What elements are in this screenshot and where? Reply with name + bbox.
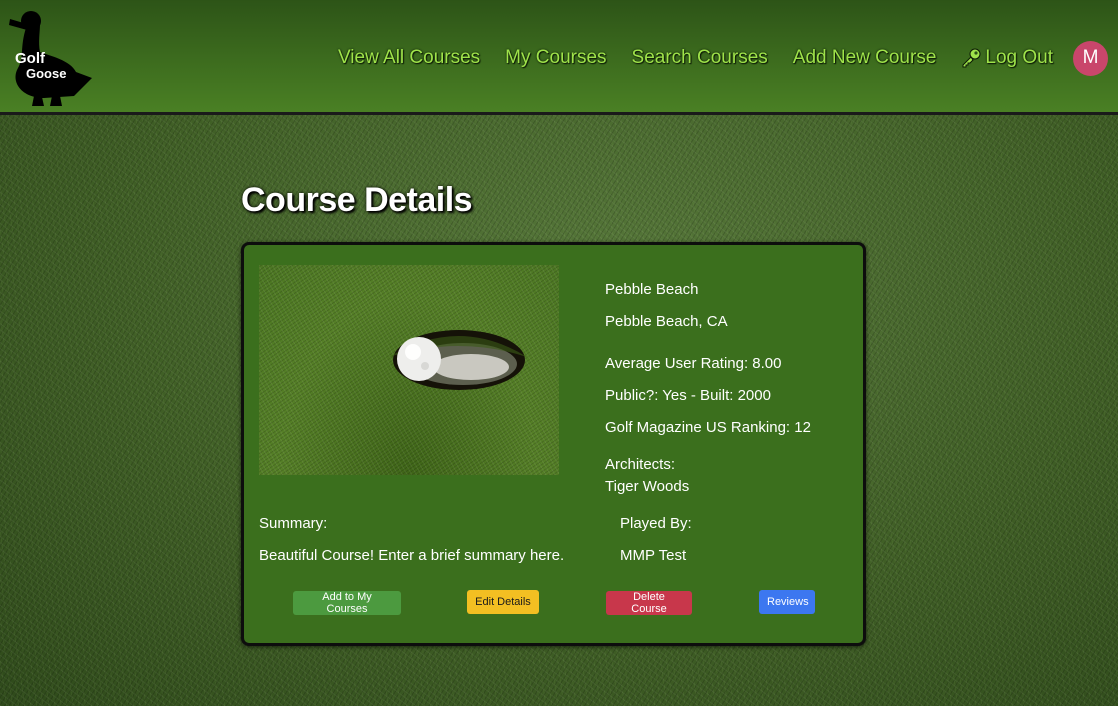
edit-details-button[interactable]: Edit Details <box>467 590 539 614</box>
summary-text: Beautiful Course! Enter a brief summary … <box>259 547 565 564</box>
average-user-rating: Average User Rating: 8.00 <box>605 355 782 372</box>
summary-label: Summary: <box>259 515 328 532</box>
navbar: Golf Goose View All Courses My Courses S… <box>0 0 1118 115</box>
add-to-my-courses-button[interactable]: Add to My Courses <box>293 591 401 615</box>
golf-hole-illustration <box>389 330 527 390</box>
public-built-info: Public?: Yes - Built: 2000 <box>605 387 771 404</box>
golf-goose-logo[interactable]: Golf Goose <box>4 6 92 108</box>
nav-view-all-courses[interactable]: View All Courses <box>338 47 480 69</box>
nav-search-courses[interactable]: Search Courses <box>632 47 768 69</box>
user-avatar[interactable]: M <box>1073 40 1108 76</box>
architects-value: Tiger Woods <box>605 478 690 495</box>
key-icon <box>962 48 981 68</box>
delete-course-button[interactable]: Delete Course <box>606 591 692 615</box>
played-by-value: MMP Test <box>620 547 687 564</box>
nav-log-out[interactable]: Log Out <box>961 47 1053 69</box>
course-name: Pebble Beach <box>605 281 699 298</box>
course-location: Pebble Beach, CA <box>605 313 728 330</box>
played-by-label: Played By: <box>620 515 692 532</box>
nav-links: View All Courses My Courses Search Cours… <box>338 40 1118 76</box>
nav-add-new-course[interactable]: Add New Course <box>793 47 937 69</box>
golf-ball-icon <box>397 337 441 381</box>
logo-text-golf: Golf <box>15 50 46 67</box>
logo-text-goose: Goose <box>26 66 66 81</box>
log-out-label: Log Out <box>985 47 1053 68</box>
course-card: Pebble Beach Pebble Beach, CA Average Us… <box>241 242 866 646</box>
nav-my-courses[interactable]: My Courses <box>505 47 606 69</box>
course-photo <box>259 265 559 475</box>
reviews-button[interactable]: Reviews <box>759 590 815 614</box>
golf-magazine-ranking: Golf Magazine US Ranking: 12 <box>605 419 811 436</box>
page-title: Course Details <box>241 181 473 219</box>
architects-label: Architects: <box>605 456 676 473</box>
